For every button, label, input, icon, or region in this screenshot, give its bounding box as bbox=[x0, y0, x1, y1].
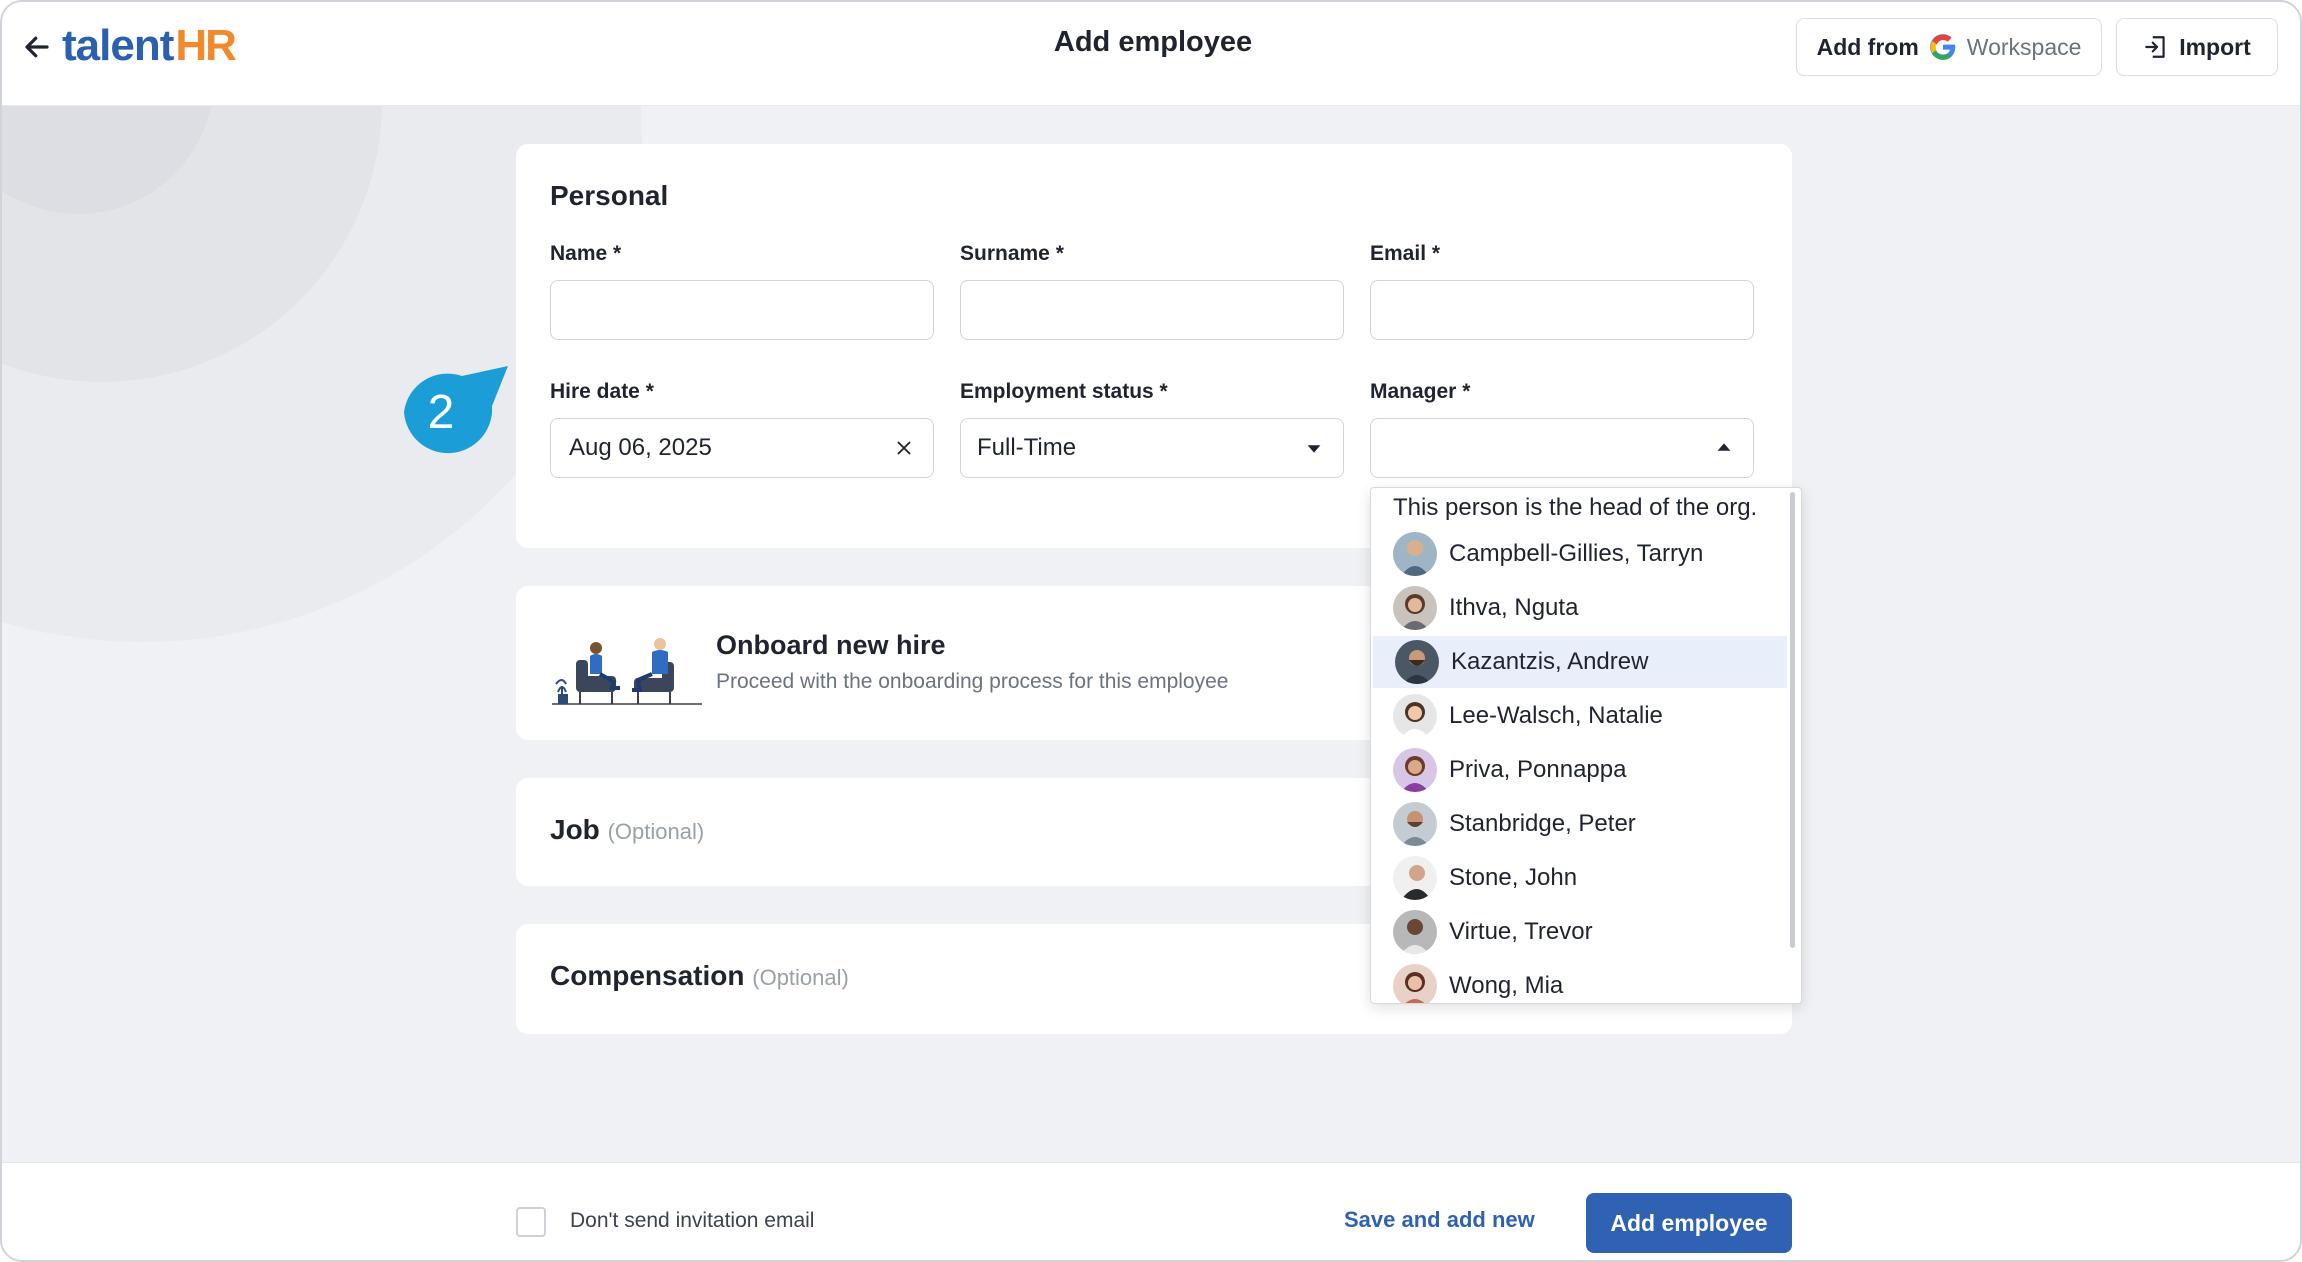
onboard-title: Onboard new hire bbox=[716, 630, 946, 660]
google-g-icon bbox=[1929, 34, 1956, 60]
manager-option[interactable]: Virtue, Trevor bbox=[1371, 906, 1789, 958]
manager-option[interactable]: Ithva, Nguta bbox=[1371, 582, 1789, 634]
email-label: Email * bbox=[1370, 242, 1441, 265]
add-from-label: Add from bbox=[1816, 33, 1919, 60]
compensation-optional: (Optional) bbox=[752, 965, 849, 990]
manager-option[interactable]: Stanbridge, Peter bbox=[1371, 798, 1789, 850]
job-title-text: Job bbox=[550, 814, 600, 845]
manager-option[interactable]: Priva, Ponnappa bbox=[1371, 744, 1789, 796]
job-optional: (Optional) bbox=[607, 819, 705, 844]
save-and-add-new-button[interactable]: Save and add new bbox=[1344, 1207, 1535, 1233]
onboard-subtitle: Proceed with the onboarding process for … bbox=[716, 670, 1229, 693]
hire-date-value: Aug 06, 2025 bbox=[569, 434, 712, 461]
avatar bbox=[1395, 640, 1439, 684]
manager-option[interactable]: Campbell-Gillies, Tarryn bbox=[1371, 528, 1789, 580]
name-label: Name * bbox=[550, 242, 622, 265]
dropdown-scrollbar[interactable] bbox=[1790, 492, 1795, 948]
add-from-workspace-button[interactable]: Add from Workspace bbox=[1796, 18, 2102, 76]
manager-option[interactable]: Lee-Walsch, Natalie bbox=[1371, 690, 1789, 742]
surname-label: Surname * bbox=[960, 242, 1064, 265]
surname-input[interactable] bbox=[960, 280, 1344, 340]
avatar bbox=[1393, 802, 1437, 846]
manager-select[interactable] bbox=[1370, 418, 1754, 478]
dont-send-invitation-checkbox[interactable] bbox=[516, 1207, 546, 1237]
workspace-label: Workspace bbox=[1966, 33, 2082, 60]
dropdown-head-option[interactable]: This person is the head of the org. bbox=[1393, 494, 1757, 522]
manager-option-label: Lee-Walsch, Natalie bbox=[1449, 702, 1663, 729]
import-button[interactable]: Import bbox=[2116, 18, 2278, 76]
app-window: talent HR Add employee Add from Workspac… bbox=[0, 0, 2302, 1262]
employment-status-select[interactable]: Full-Time bbox=[960, 418, 1344, 478]
avatar bbox=[1393, 748, 1437, 792]
avatar bbox=[1393, 694, 1437, 738]
manager-option[interactable]: Stone, John bbox=[1371, 852, 1789, 904]
manager-option[interactable]: Wong, Mia bbox=[1371, 960, 1789, 1003]
job-title: Job (Optional) bbox=[550, 814, 704, 846]
manager-option-label: Campbell-Gillies, Tarryn bbox=[1449, 540, 1704, 567]
employment-status-value: Full-Time bbox=[977, 434, 1077, 461]
manager-label: Manager * bbox=[1370, 380, 1471, 403]
avatar bbox=[1393, 586, 1437, 630]
dont-send-invitation-label[interactable]: Don't send invitation email bbox=[570, 1209, 814, 1233]
step-callout: 2 bbox=[404, 366, 508, 454]
avatar bbox=[1393, 910, 1437, 954]
manager-option-highlighted[interactable]: Kazantzis, Andrew bbox=[1373, 636, 1787, 688]
hire-date-label: Hire date * bbox=[550, 380, 654, 403]
footer-bar: Don't send invitation email Save and add… bbox=[2, 1162, 2300, 1260]
manager-option-label: Priva, Ponnappa bbox=[1449, 756, 1627, 783]
add-employee-button[interactable]: Add employee bbox=[1586, 1193, 1792, 1253]
step-number: 2 bbox=[428, 386, 455, 439]
clear-icon[interactable] bbox=[893, 437, 915, 459]
manager-option-label: Ithva, Nguta bbox=[1449, 594, 1579, 621]
name-input[interactable] bbox=[550, 280, 934, 340]
manager-option-label: Virtue, Trevor bbox=[1449, 918, 1593, 945]
top-header: talent HR Add employee Add from Workspac… bbox=[2, 2, 2300, 106]
manager-option-label: Stone, John bbox=[1449, 864, 1578, 891]
caret-up-icon bbox=[1717, 443, 1731, 451]
avatar bbox=[1393, 964, 1437, 1003]
manager-dropdown[interactable]: This person is the head of the org. Camp… bbox=[1370, 487, 1802, 1004]
avatar bbox=[1393, 532, 1437, 576]
hire-date-input[interactable]: Aug 06, 2025 bbox=[550, 418, 934, 478]
import-label: Import bbox=[2179, 33, 2251, 60]
employment-status-label: Employment status * bbox=[960, 380, 1168, 403]
manager-option-label: Stanbridge, Peter bbox=[1449, 810, 1636, 837]
personal-title: Personal bbox=[550, 180, 669, 211]
compensation-title-text: Compensation bbox=[550, 960, 745, 991]
manager-option-label: Wong, Mia bbox=[1449, 972, 1564, 999]
onboarding-illustration bbox=[552, 638, 702, 705]
compensation-title: Compensation (Optional) bbox=[550, 960, 849, 992]
caret-down-icon bbox=[1307, 445, 1321, 453]
import-icon bbox=[2145, 36, 2165, 58]
manager-option-label: Kazantzis, Andrew bbox=[1451, 648, 1649, 675]
email-input[interactable] bbox=[1370, 280, 1754, 340]
avatar bbox=[1393, 856, 1437, 900]
